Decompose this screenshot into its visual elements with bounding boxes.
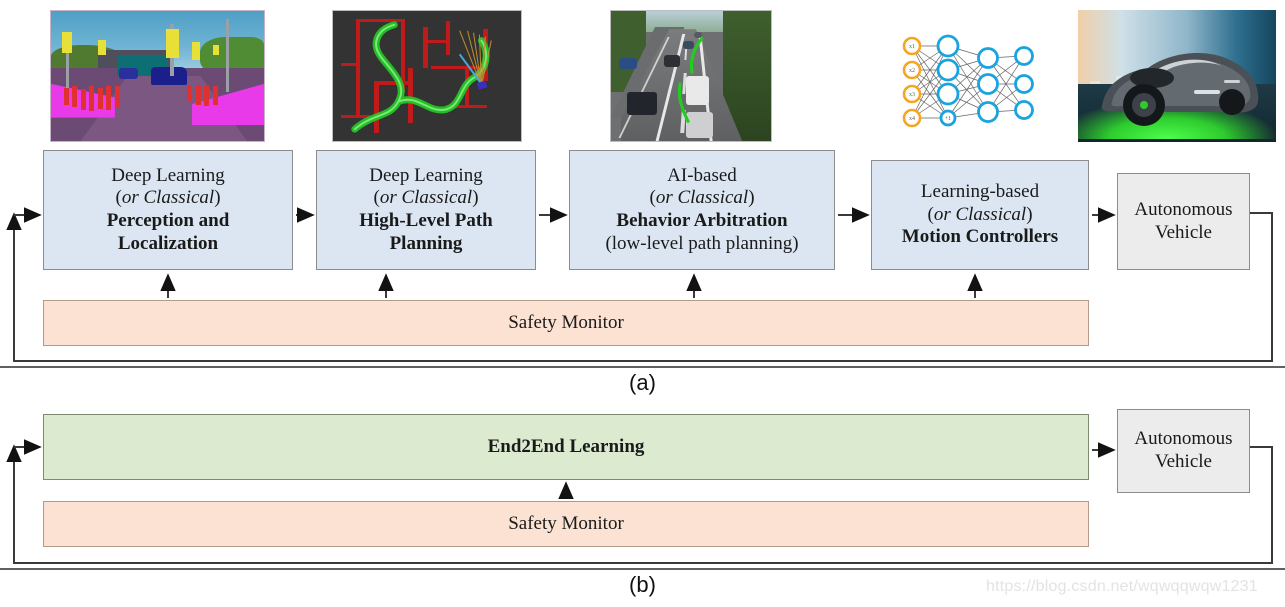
module-line-1: Deep Learning bbox=[369, 164, 483, 186]
neural-network-image: x1 x2 x3 x4 +1 bbox=[890, 28, 1040, 140]
module-line-4: Localization bbox=[117, 232, 219, 254]
end2end-label: End2End Learning bbox=[487, 435, 645, 457]
end2end-learning-box[interactable]: End2End Learning bbox=[43, 414, 1089, 480]
module-line-1: Learning-based bbox=[920, 181, 1040, 203]
svg-text:x2: x2 bbox=[909, 68, 915, 74]
vehicle-line-2: Vehicle bbox=[1155, 451, 1212, 472]
vehicle-line-2: Vehicle bbox=[1155, 221, 1212, 243]
svg-text:x3: x3 bbox=[909, 92, 915, 98]
svg-text:+1: +1 bbox=[945, 116, 951, 122]
semantic-segmentation-image bbox=[50, 10, 265, 142]
safety-monitor-box-a[interactable]: Safety Monitor bbox=[43, 300, 1089, 346]
module-line-1: Deep Learning bbox=[111, 164, 225, 186]
module-line-3: Behavior Arbitration bbox=[616, 210, 788, 231]
module-box-path-planning[interactable]: Deep Learning (or Classical) High-Level … bbox=[316, 150, 536, 270]
svg-text:x4: x4 bbox=[909, 116, 915, 122]
safety-monitor-label: Safety Monitor bbox=[508, 512, 624, 534]
module-line-2: (or Classical) bbox=[649, 187, 755, 209]
module-box-motion-controllers[interactable]: Learning-based (or Classical) Motion Con… bbox=[871, 160, 1089, 270]
path-planning-image bbox=[332, 10, 522, 142]
svg-text:x1: x1 bbox=[909, 44, 915, 50]
module-line-2: (or Classical) bbox=[927, 203, 1033, 225]
module-line-2: (or Classical) bbox=[115, 187, 221, 209]
safety-monitor-label: Safety Monitor bbox=[508, 311, 624, 333]
figure-root: x1 x2 x3 x4 +1 Deep Learning (or Classic… bbox=[0, 0, 1285, 607]
watermark-url: https://blog.csdn.net/wqwqqwqw1231 bbox=[986, 578, 1258, 595]
autonomous-vehicle-box-a[interactable]: Autonomous Vehicle bbox=[1117, 173, 1250, 270]
module-line-1: AI-based bbox=[667, 164, 737, 186]
caption-a: (a) bbox=[629, 370, 656, 395]
module-line-3: High-Level Path bbox=[359, 210, 493, 231]
highway-trajectory-image bbox=[610, 10, 772, 142]
vehicle-line-1: Autonomous bbox=[1134, 198, 1233, 220]
module-box-perception[interactable]: Deep Learning (or Classical) Perception … bbox=[43, 150, 293, 270]
autonomous-vehicle-image bbox=[1078, 10, 1276, 142]
module-line-3: Motion Controllers bbox=[901, 226, 1059, 248]
module-line-2: (or Classical) bbox=[373, 187, 479, 209]
module-line-4: Planning bbox=[389, 232, 463, 254]
module-line-4: (low-level path planning) bbox=[605, 232, 799, 254]
module-line-3: Perception and bbox=[106, 210, 230, 231]
vehicle-line-1: Autonomous bbox=[1134, 428, 1233, 450]
module-box-behavior-arbitration[interactable]: AI-based (or Classical) Behavior Arbitra… bbox=[569, 150, 835, 270]
autonomous-vehicle-box-b[interactable]: Autonomous Vehicle bbox=[1117, 409, 1250, 493]
safety-monitor-box-b[interactable]: Safety Monitor bbox=[43, 501, 1089, 547]
